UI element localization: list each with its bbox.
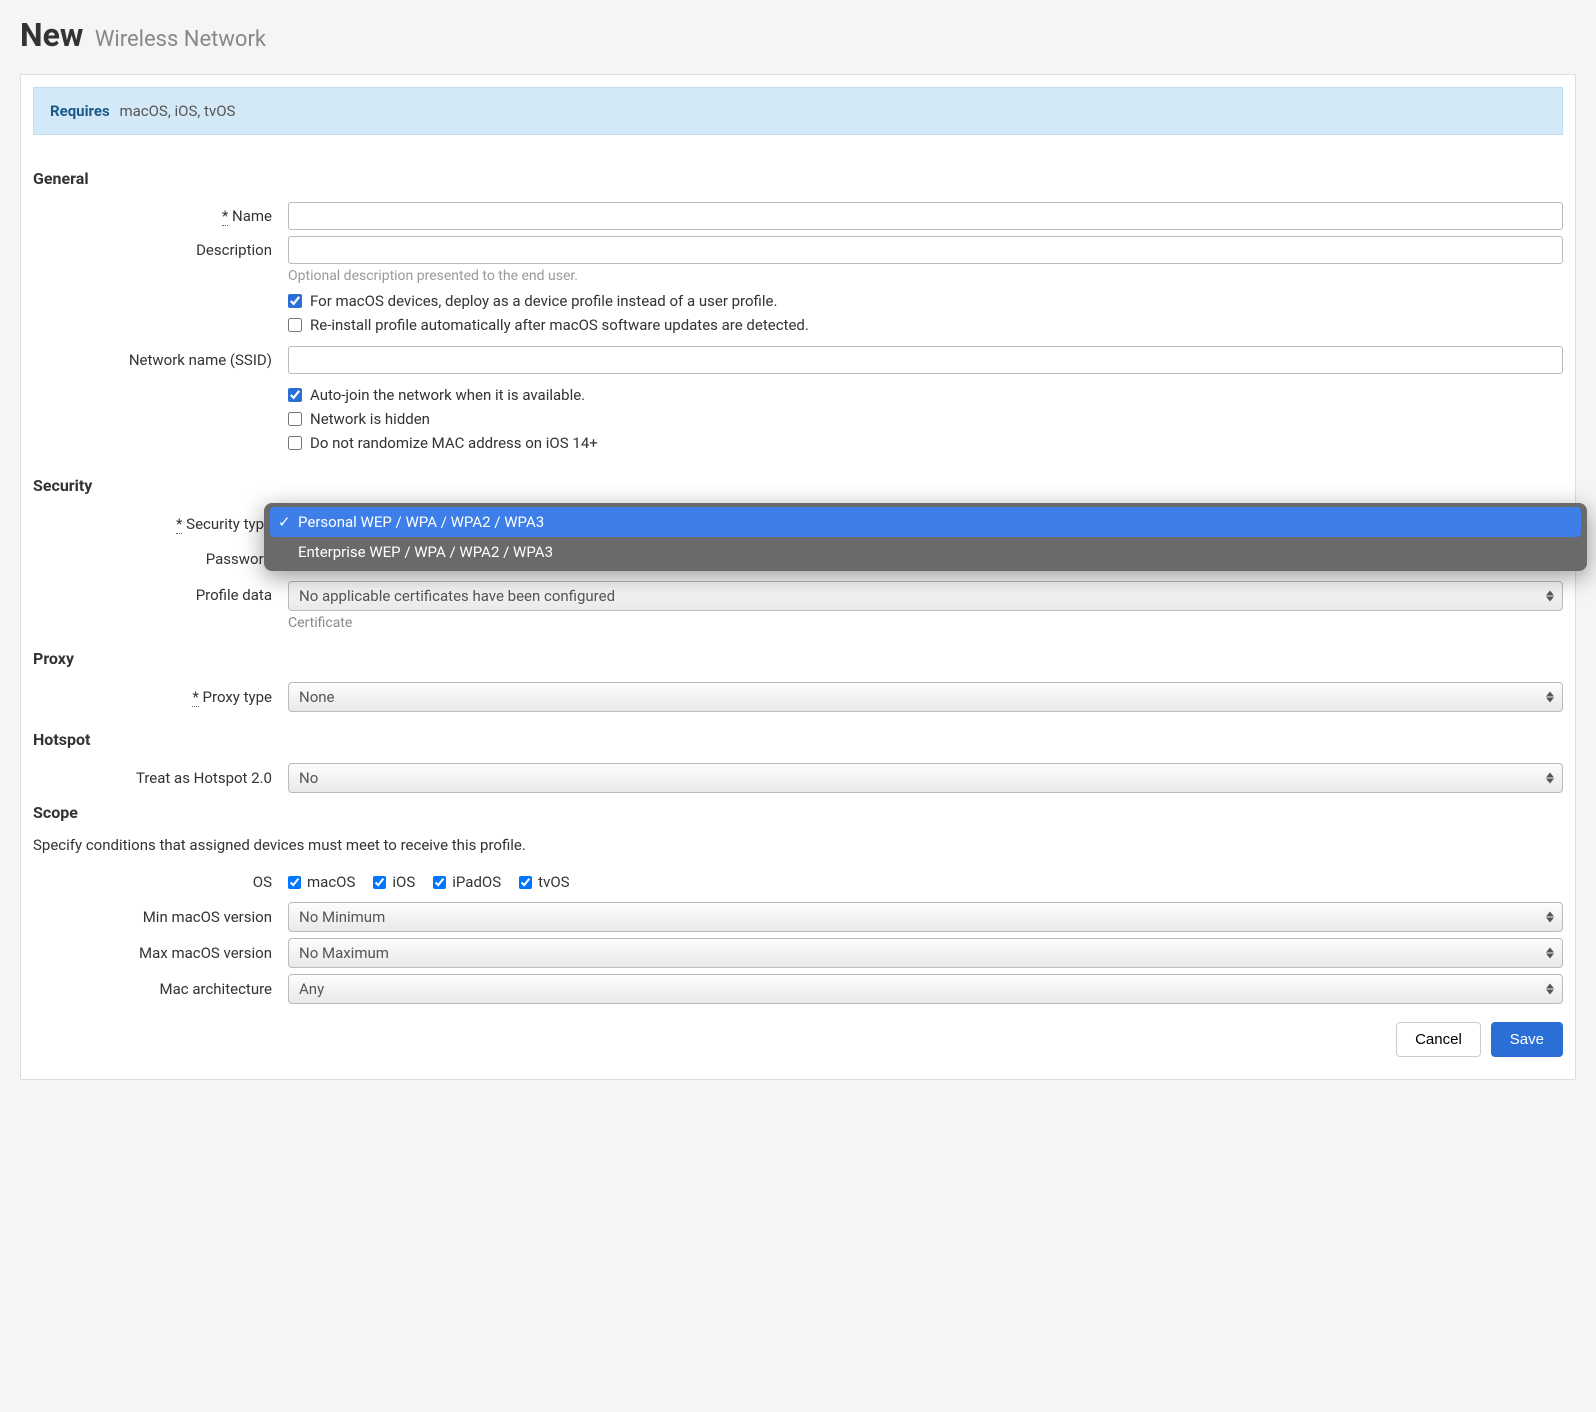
requires-label: Requires [50, 102, 110, 120]
requires-banner: Requires macOS, iOS, tvOS [33, 87, 1563, 135]
ssid-input[interactable] [288, 346, 1563, 374]
label-proxy-type: Proxy type [203, 688, 272, 706]
label-ssid: Network name (SSID) [129, 351, 272, 369]
reinstall-label: Re-install profile automatically after m… [310, 316, 809, 334]
page-header: New Wireless Network [20, 16, 1576, 54]
chevron-up-down-icon [1546, 773, 1554, 784]
device-profile-checkbox[interactable] [288, 294, 302, 308]
requires-values: macOS, iOS, tvOS [119, 102, 235, 120]
cancel-button[interactable]: Cancel [1396, 1022, 1481, 1057]
chevron-up-down-icon [1546, 692, 1554, 703]
main-panel: Requires macOS, iOS, tvOS General * Name… [20, 74, 1576, 1080]
device-profile-label: For macOS devices, deploy as a device pr… [310, 292, 777, 310]
chevron-up-down-icon [1546, 948, 1554, 959]
os-ios-checkbox[interactable] [373, 876, 386, 889]
section-proxy: Proxy [33, 649, 1563, 668]
os-ipados-checkbox[interactable] [433, 876, 446, 889]
dropdown-option-personal[interactable]: Personal WEP / WPA / WPA2 / WPA3 [270, 507, 1581, 537]
label-password: Password [206, 550, 272, 568]
max-macos-select[interactable]: No Maximum [288, 938, 1563, 968]
label-security-type: Security type [186, 515, 272, 533]
description-help: Optional description presented to the en… [288, 268, 1563, 284]
security-type-dropdown: Personal WEP / WPA / WPA2 / WPA3 Enterpr… [264, 503, 1587, 571]
hotspot-select[interactable]: No [288, 763, 1563, 793]
reinstall-checkbox[interactable] [288, 318, 302, 332]
section-general: General [33, 169, 1563, 188]
no-randomize-label: Do not randomize MAC address on iOS 14+ [310, 434, 598, 452]
name-input[interactable] [288, 202, 1563, 230]
no-randomize-checkbox[interactable] [288, 436, 302, 450]
proxy-type-select[interactable]: None [288, 682, 1563, 712]
chevron-up-down-icon [1546, 591, 1554, 602]
chevron-up-down-icon [1546, 984, 1554, 995]
os-tvos-checkbox[interactable] [519, 876, 532, 889]
dropdown-option-enterprise[interactable]: Enterprise WEP / WPA / WPA2 / WPA3 [270, 537, 1581, 567]
label-profile-data: Profile data [196, 586, 272, 604]
label-description: Description [196, 241, 272, 259]
label-treat-hotspot: Treat as Hotspot 2.0 [136, 769, 272, 787]
label-min-macos: Min macOS version [143, 908, 272, 926]
label-max-macos: Max macOS version [139, 944, 272, 962]
section-security: Security [33, 476, 1563, 495]
label-mac-arch: Mac architecture [160, 980, 272, 998]
description-input[interactable] [288, 236, 1563, 264]
autojoin-label: Auto-join the network when it is availab… [310, 386, 585, 404]
label-name: Name [232, 207, 272, 225]
min-macos-select[interactable]: No Minimum [288, 902, 1563, 932]
page-subtitle: Wireless Network [95, 27, 266, 52]
save-button[interactable]: Save [1491, 1022, 1563, 1057]
mac-arch-select[interactable]: Any [288, 974, 1563, 1004]
hidden-label: Network is hidden [310, 410, 430, 428]
profile-data-sublabel: Certificate [288, 615, 1563, 631]
section-hotspot: Hotspot [33, 730, 1563, 749]
section-scope: Scope [33, 803, 1563, 822]
label-os: OS [253, 873, 272, 891]
os-macos-checkbox[interactable] [288, 876, 301, 889]
page-title: New [20, 16, 83, 54]
autojoin-checkbox[interactable] [288, 388, 302, 402]
chevron-up-down-icon [1546, 912, 1554, 923]
profile-data-select[interactable]: No applicable certificates have been con… [288, 581, 1563, 611]
scope-description: Specify conditions that assigned devices… [33, 836, 1563, 854]
hidden-checkbox[interactable] [288, 412, 302, 426]
